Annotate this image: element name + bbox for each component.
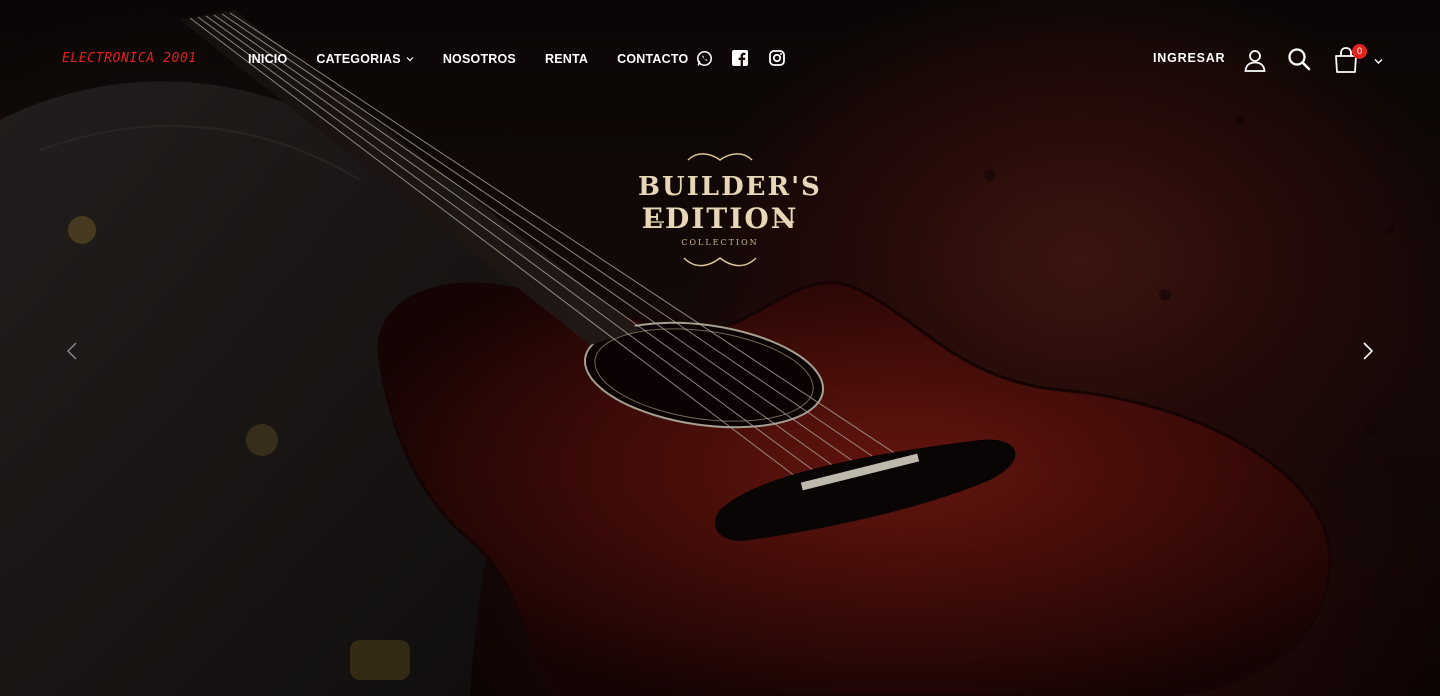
whatsapp-icon[interactable]: [694, 48, 714, 68]
login-link[interactable]: INGRESAR: [1153, 51, 1225, 65]
brand-line-1: BUILDER'S: [638, 172, 822, 202]
facebook-icon[interactable]: [730, 48, 750, 68]
cart-count-badge: 0: [1352, 44, 1367, 59]
site-header: ELECTRONICA 2001 INICIO CATEGORIAS NOSOT…: [0, 0, 1440, 118]
nav-item-contacto[interactable]: CONTACTO: [617, 52, 688, 66]
nav-item-inicio[interactable]: INICIO: [248, 52, 287, 66]
nav-item-renta[interactable]: RENTA: [545, 52, 588, 66]
nav-item-label: INICIO: [248, 52, 288, 66]
main-nav: INICIO CATEGORIAS NOSOTROS RENTA CONTACT…: [248, 50, 717, 68]
nav-item-label: CONTACTO: [617, 52, 689, 66]
slider-next-button[interactable]: [1357, 340, 1379, 362]
chevron-down-icon: [406, 57, 414, 62]
brand-line-3: COLLECTION: [681, 238, 759, 247]
site-logo[interactable]: ELECTRONICA 2001: [62, 51, 202, 67]
nav-item-label: NOSOTROS: [442, 52, 516, 66]
search-icon[interactable]: [1286, 46, 1312, 72]
brand-line-2: EDITION: [641, 202, 799, 235]
nav-item-nosotros[interactable]: NOSOTROS: [443, 52, 516, 66]
builders-edition-logo: BUILDER'S EDITION COLLECTION: [638, 148, 822, 280]
nav-item-label: CATEGORIAS: [316, 52, 401, 66]
slider-prev-button[interactable]: [61, 340, 83, 362]
instagram-icon[interactable]: [767, 48, 787, 68]
nav-item-label: RENTA: [544, 52, 589, 66]
user-icon[interactable]: [1242, 47, 1268, 73]
chevron-left-icon: [67, 342, 77, 360]
nav-item-categorias[interactable]: CATEGORIAS: [316, 52, 414, 66]
chevron-right-icon: [1363, 342, 1374, 360]
cart-chevron-down-icon[interactable]: [1373, 56, 1383, 66]
